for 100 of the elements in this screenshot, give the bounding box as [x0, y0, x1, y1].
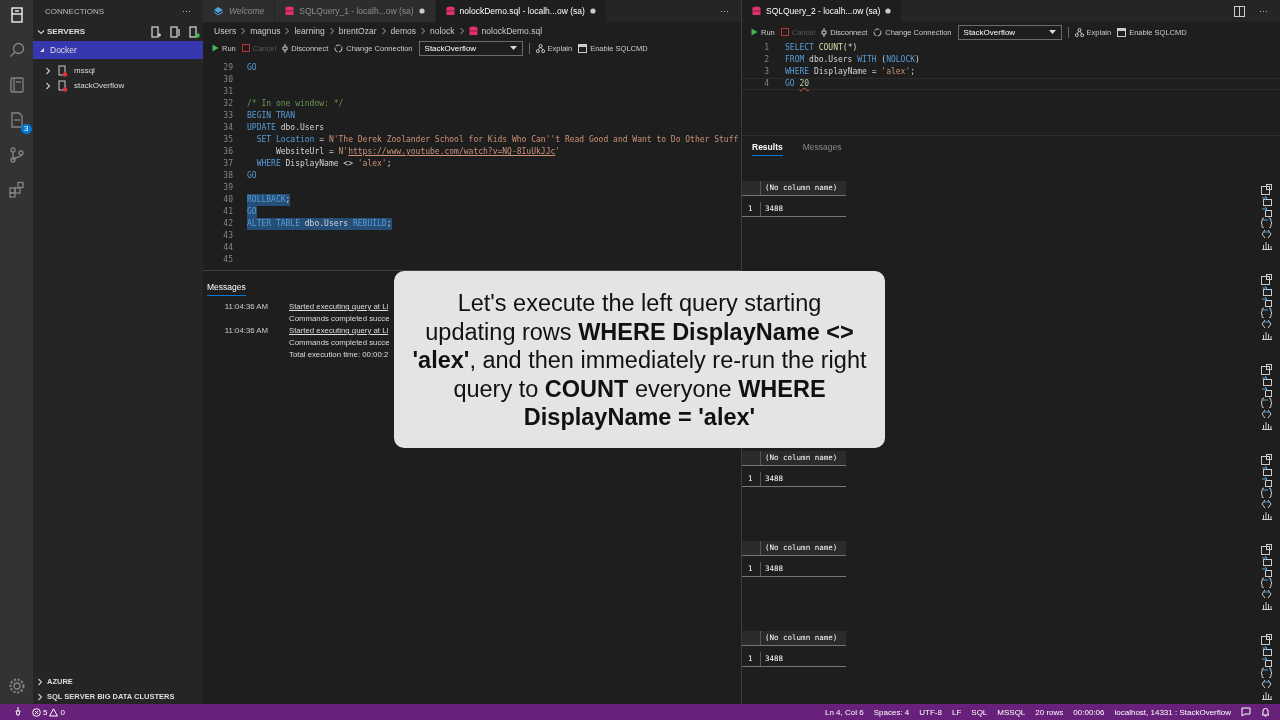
maximize-icon[interactable] — [1261, 184, 1272, 195]
problems-indicator[interactable]: 5 0 — [32, 707, 65, 717]
status-item[interactable]: UTF-8 — [919, 707, 942, 717]
export-icon[interactable] — [1261, 285, 1272, 296]
export-icon[interactable] — [1261, 375, 1272, 386]
section-header[interactable]: SERVERS — [47, 27, 86, 36]
tree-item[interactable]: Docker — [33, 41, 203, 59]
more-button[interactable]: ··· — [720, 6, 729, 16]
chevron-icon[interactable] — [44, 66, 52, 75]
braces-icon[interactable] — [1261, 487, 1272, 498]
database-dropdown[interactable]: StackOverflow — [418, 40, 523, 56]
tree-item[interactable]: stackOverflow — [33, 78, 203, 93]
editor-tab[interactable]: SQLQuery_1 - localh...ow (sa) — [275, 0, 436, 22]
export-icon[interactable] — [1261, 645, 1272, 656]
status-item[interactable]: Ln 4, Col 6 — [825, 707, 864, 717]
breadcrumb-item[interactable]: nolock — [430, 26, 455, 36]
chevron-icon[interactable] — [36, 677, 44, 686]
line-number: 1 — [763, 42, 769, 54]
export-icon[interactable] — [1261, 555, 1272, 566]
panel-tab[interactable]: Messages — [802, 139, 842, 155]
triangle-icon[interactable] — [39, 47, 45, 53]
breadcrumb-item[interactable]: nolockDemo.sql — [481, 26, 543, 36]
chart-icon[interactable] — [1261, 689, 1272, 700]
settings-icon[interactable] — [7, 677, 26, 695]
panel-tab[interactable]: Results — [752, 138, 783, 156]
split-editor-icon[interactable] — [1234, 5, 1245, 17]
chart-icon[interactable] — [1261, 239, 1272, 250]
editor-tab[interactable]: Welcome — [203, 0, 276, 22]
chart-icon[interactable] — [1261, 419, 1272, 430]
line-number: 45 — [222, 254, 233, 266]
status-item[interactable]: 00:00:06 — [1073, 707, 1105, 717]
feedback-icon[interactable] — [1241, 707, 1251, 717]
export-icon[interactable] — [1261, 566, 1272, 577]
export-icon[interactable] — [1261, 465, 1272, 476]
status-item[interactable]: SQL — [971, 707, 988, 717]
code-icon[interactable] — [1261, 498, 1272, 509]
server-icon — [58, 64, 68, 77]
braces-icon[interactable] — [1261, 667, 1272, 678]
chevron-icon[interactable] — [36, 692, 44, 701]
editor-tab[interactable]: nolockDemo.sql - localh...ow (sa) — [435, 0, 607, 22]
status-item[interactable]: Spaces: 4 — [873, 707, 910, 717]
chart-icon[interactable] — [1261, 329, 1272, 340]
code-icon[interactable] — [1261, 408, 1272, 419]
chart-icon[interactable] — [1261, 509, 1272, 520]
breadcrumb-item[interactable]: Users — [214, 26, 237, 36]
braces-icon[interactable] — [1261, 577, 1272, 588]
bell-icon[interactable] — [1261, 707, 1270, 717]
status-item[interactable]: 20 rows — [1035, 707, 1064, 717]
warning-icon — [49, 707, 59, 717]
editor-tab[interactable]: SQLQuery_2 - localh...ow (sa) — [742, 0, 903, 22]
export-icon[interactable] — [1261, 476, 1272, 487]
breadcrumb-item[interactable]: brentOzar — [338, 26, 377, 36]
export-icon[interactable] — [1261, 195, 1272, 206]
new-connection-icon[interactable] — [150, 25, 162, 38]
blocks-icon[interactable] — [7, 181, 26, 199]
remote-icon[interactable] — [14, 707, 22, 717]
line-number: 40 — [222, 194, 233, 206]
chevron-icon — [458, 27, 465, 35]
notebook-icon[interactable] — [7, 76, 26, 94]
unsaved-dot-icon[interactable] — [589, 8, 596, 14]
more-button[interactable]: ··· — [182, 6, 191, 16]
code-icon[interactable] — [1261, 588, 1272, 599]
maximize-icon[interactable] — [1261, 364, 1272, 375]
line-number: 39 — [222, 182, 233, 194]
status-item[interactable]: MSSQL — [997, 707, 1026, 717]
chevron-icon[interactable] — [37, 27, 45, 36]
braces-icon[interactable] — [1261, 397, 1272, 408]
braces-icon[interactable] — [1261, 307, 1272, 318]
branch-icon[interactable] — [7, 146, 26, 164]
line-number: 31 — [222, 86, 233, 98]
braces-icon[interactable] — [1261, 217, 1272, 228]
line-number: 2 — [763, 54, 769, 66]
code-icon[interactable] — [1261, 678, 1272, 689]
new-group-icon[interactable] — [169, 25, 181, 38]
unsaved-dot-icon[interactable] — [418, 8, 425, 14]
export-icon[interactable] — [1261, 296, 1272, 307]
code-icon[interactable] — [1261, 228, 1272, 239]
breadcrumb-item[interactable]: learning — [294, 26, 325, 36]
active-connection-icon[interactable] — [188, 25, 200, 38]
code-icon[interactable] — [1261, 318, 1272, 329]
database-dropdown[interactable]: StackOverflow — [957, 24, 1062, 40]
maximize-icon[interactable] — [1261, 274, 1272, 285]
unsaved-dot-icon[interactable] — [885, 8, 892, 14]
export-icon[interactable] — [1261, 386, 1272, 397]
chevron-icon[interactable] — [44, 81, 52, 90]
maximize-icon[interactable] — [1261, 454, 1272, 465]
breadcrumb-item[interactable]: demos — [390, 26, 416, 36]
status-item[interactable]: localhost, 14331 : StackOverflow — [1114, 707, 1231, 717]
chart-icon[interactable] — [1261, 599, 1272, 610]
status-item[interactable]: LF — [951, 707, 962, 717]
export-icon[interactable] — [1261, 206, 1272, 217]
panel-tab[interactable]: Messages — [207, 282, 246, 296]
breadcrumb-item[interactable]: magnus — [250, 26, 281, 36]
more-button[interactable]: ··· — [1259, 6, 1268, 16]
refresh-icon — [873, 27, 883, 37]
maximize-icon[interactable] — [1261, 544, 1272, 555]
export-icon[interactable] — [1261, 656, 1272, 667]
tree-item[interactable]: mssql — [33, 63, 203, 78]
count-badge: 3 — [21, 124, 32, 134]
maximize-icon[interactable] — [1261, 634, 1272, 645]
